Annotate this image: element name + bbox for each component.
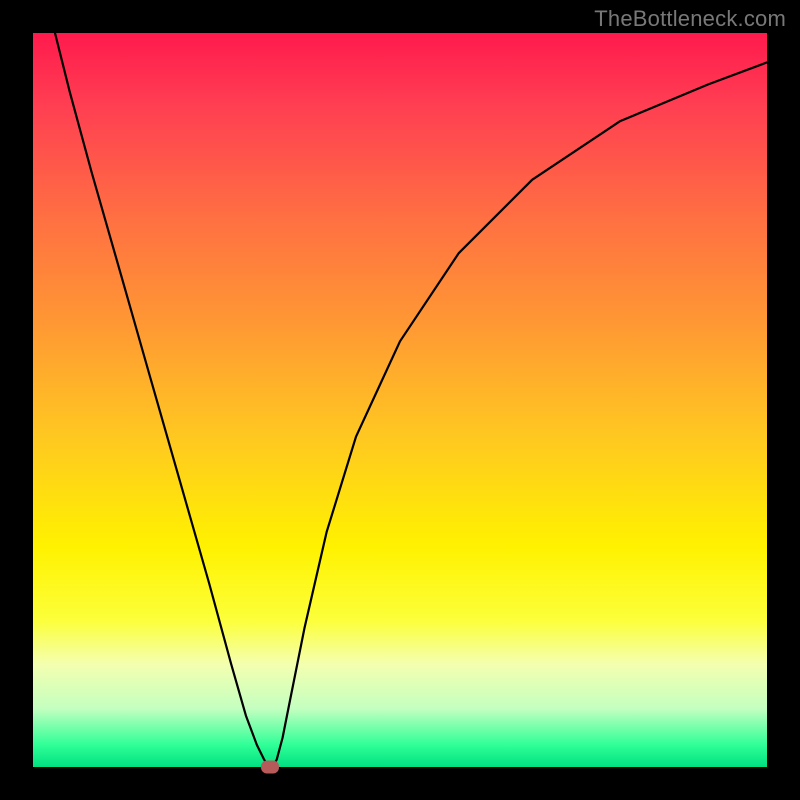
optimal-point-marker: [261, 761, 279, 774]
watermark-text: TheBottleneck.com: [594, 6, 786, 32]
bottleneck-curve: [33, 33, 767, 767]
chart-container: TheBottleneck.com: [0, 0, 800, 800]
plot-area: [33, 33, 767, 767]
